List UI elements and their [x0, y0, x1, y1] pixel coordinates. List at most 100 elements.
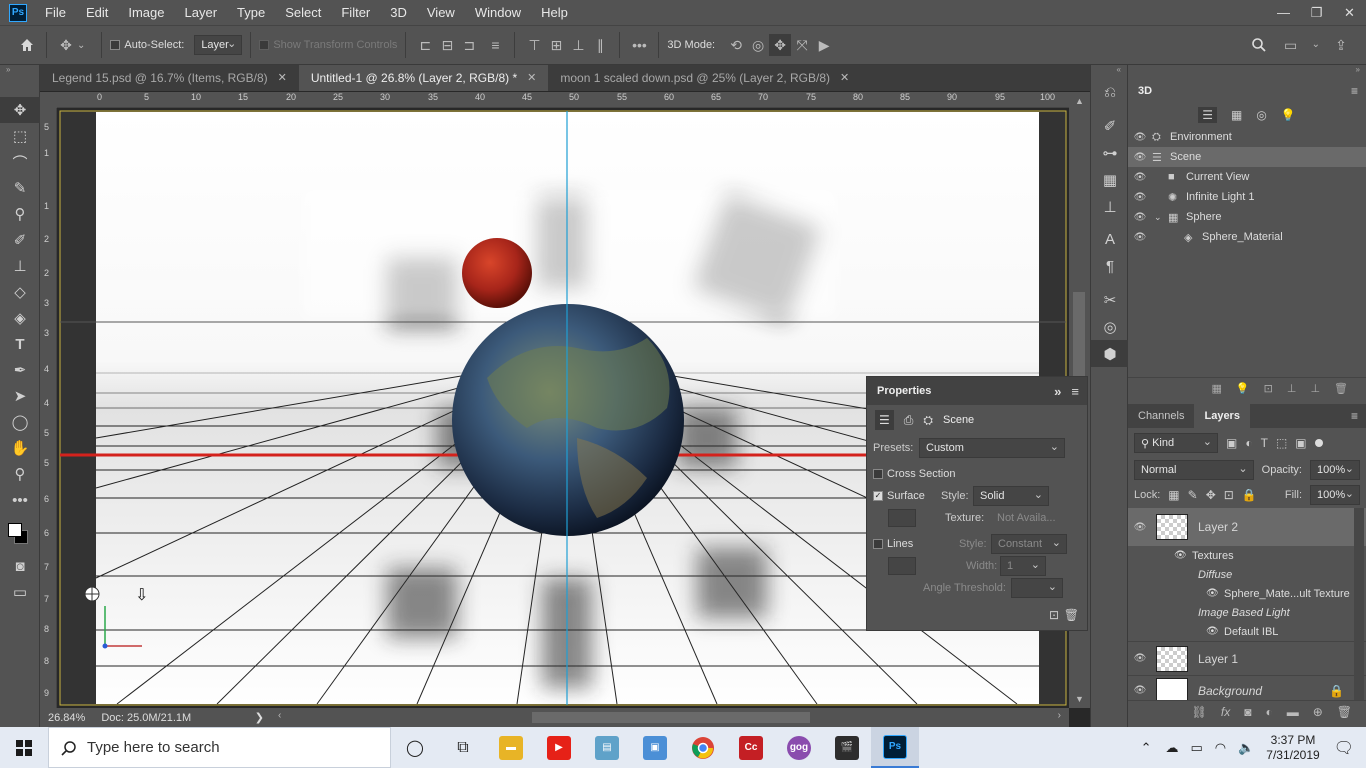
move-to-icon[interactable]: ⊥ [1310, 382, 1320, 395]
marquee-tool-icon[interactable]: ⬚ [0, 123, 40, 149]
align-center-icon[interactable]: ⊟ [436, 34, 458, 56]
whole-scene-filter-icon[interactable]: ☰ [1198, 107, 1217, 123]
channels-tab[interactable]: Channels [1128, 404, 1194, 428]
eye-icon[interactable]: 👁 [1174, 550, 1192, 561]
layers-menu-icon[interactable]: ≡ [1351, 409, 1358, 423]
network-app-icon[interactable]: ▣ [631, 727, 679, 768]
zoom-tool-icon[interactable]: ⚲ [0, 461, 40, 487]
default-ibl-row[interactable]: 👁 Default IBL [1128, 622, 1366, 641]
tab-untitled[interactable]: Untitled-1 @ 26.8% (Layer 2, RGB/8) * ✕ [298, 65, 549, 91]
slide-3d-icon[interactable]: ⤧ [791, 34, 813, 56]
align-middle-icon[interactable]: ⊞ [545, 34, 567, 56]
file-explorer-icon[interactable]: ▬ [487, 727, 535, 768]
pixel-filter-icon[interactable]: ▣ [1226, 436, 1237, 450]
paint-bucket-tool-icon[interactable]: ◈ [0, 305, 40, 331]
menu-3d[interactable]: 3D [380, 0, 417, 25]
swatches-icon[interactable]: ▦ [1091, 166, 1129, 193]
textures-row[interactable]: 👁 Textures [1128, 546, 1366, 565]
zoom-level[interactable]: 26.84% [48, 712, 85, 724]
lock-transparent-icon[interactable]: ▦ [1168, 488, 1179, 502]
path-selection-tool-icon[interactable]: ➤ [0, 383, 40, 409]
render-3d-icon[interactable]: ⊡ [1264, 382, 1273, 395]
3d-item-current-view[interactable]: 👁 ■ Current View [1128, 167, 1366, 187]
brush-settings-icon[interactable]: ✐ [1091, 112, 1129, 139]
book-app-icon[interactable]: ▤ [583, 727, 631, 768]
libraries-icon[interactable]: ◎ [1091, 313, 1129, 340]
drop-to-ground-icon[interactable]: ⊥ [1287, 382, 1297, 395]
3d-panel-icon[interactable]: ⬢ [1091, 340, 1129, 367]
shape-filter-icon[interactable]: ⬚ [1276, 436, 1287, 450]
youtube-icon[interactable]: ▶ [535, 727, 583, 768]
clone-source-icon[interactable]: ⊥ [1091, 193, 1129, 220]
panel-menu-icon[interactable]: ≡ [1071, 384, 1079, 399]
3d-item-infinite-light[interactable]: 👁 ✺ Infinite Light 1 [1128, 187, 1366, 207]
meshes-filter-icon[interactable]: ▦ [1231, 108, 1242, 122]
lines-color-swatch[interactable] [888, 557, 916, 575]
tools-icon[interactable]: ✂ [1091, 286, 1129, 313]
tab-moon[interactable]: moon 1 scaled down.psd @ 25% (Layer 2, R… [548, 65, 861, 91]
lock-artboard-icon[interactable]: ⊡ [1224, 488, 1234, 502]
menu-select[interactable]: Select [275, 0, 331, 25]
layers-scrollbar[interactable] [1354, 508, 1364, 700]
angle-threshold-field[interactable] [1011, 578, 1063, 598]
adobe-cc-icon[interactable]: Cc [727, 727, 775, 768]
lock-position-icon[interactable]: ✥ [1206, 488, 1216, 502]
pen-tool-icon[interactable]: ✒ [0, 357, 40, 383]
auto-select-dropdown[interactable]: Layer [194, 35, 243, 55]
home-icon[interactable] [16, 34, 38, 56]
eye-icon[interactable]: 👁 [1128, 192, 1152, 203]
adjustment-filter-icon[interactable]: ◐ [1245, 436, 1252, 450]
fill-field[interactable]: 100% [1310, 485, 1360, 505]
task-view-icon[interactable]: ⧉ [439, 727, 487, 768]
surface-style-dropdown[interactable]: Solid [973, 486, 1049, 506]
surface-checkbox[interactable]: ✓ [873, 491, 883, 501]
scene-tab-icon[interactable]: ☰ [875, 410, 894, 430]
3d-panel-menu-icon[interactable]: ≡ [1351, 84, 1358, 98]
history-icon[interactable]: ⎌ [1091, 79, 1129, 106]
quick-selection-tool-icon[interactable]: ✎ [0, 175, 40, 201]
roll-3d-icon[interactable]: ◎ [747, 34, 769, 56]
tab-legend[interactable]: Legend 15.psd @ 16.7% (Items, RGB/8) ✕ [40, 65, 299, 91]
character-icon[interactable]: A [1091, 226, 1129, 253]
3d-item-scene[interactable]: 👁 ☰ Scene [1128, 147, 1366, 167]
cortana-icon[interactable]: ◯ [391, 727, 439, 768]
expand-chevron-icon[interactable]: ⌄ [1154, 212, 1166, 223]
battery-icon[interactable]: ▭ [1190, 740, 1202, 756]
surface-color-swatch[interactable] [888, 509, 916, 527]
layer-row-layer1[interactable]: 👁 Layer 1 [1128, 641, 1366, 675]
distribute-vertical-icon[interactable]: ∥ [589, 34, 611, 56]
lasso-tool-icon[interactable]: ⌒ [0, 149, 40, 175]
taskbar-search[interactable]: Type here to search [48, 727, 391, 768]
link-layers-icon[interactable]: ⛓ [1192, 705, 1207, 719]
scale-3d-icon[interactable]: ▶ [813, 34, 835, 56]
scroll-thumb[interactable] [532, 712, 810, 723]
lines-width-field[interactable]: 1 [1000, 556, 1046, 576]
eraser-tool-icon[interactable]: ◇ [0, 279, 40, 305]
move-tool-preset-icon[interactable]: ✥ [55, 34, 77, 56]
smart-object-filter-icon[interactable]: ▣ [1295, 436, 1306, 450]
collapse-panel-icon[interactable]: » [1054, 384, 1061, 399]
chrome-icon[interactable] [679, 727, 727, 768]
minimize-button[interactable]: — [1267, 0, 1300, 25]
eye-icon[interactable]: 👁 [1128, 172, 1152, 183]
collapse-dock-icon[interactable]: « [1091, 65, 1127, 79]
lock-all-icon[interactable]: 🔒 [1242, 488, 1257, 502]
lines-checkbox[interactable] [873, 539, 883, 549]
restore-button[interactable]: ❐ [1300, 0, 1333, 25]
lights-filter-icon[interactable]: 💡 [1281, 108, 1296, 122]
blend-mode-dropdown[interactable]: Normal [1134, 460, 1254, 480]
menu-layer[interactable]: Layer [175, 0, 228, 25]
add-light-icon[interactable]: 💡 [1236, 382, 1250, 395]
add-mesh-icon[interactable]: ▦ [1212, 382, 1222, 395]
notifications-icon[interactable]: 🗨 [1334, 738, 1354, 758]
delete-layer-icon[interactable]: 🗑 [1337, 705, 1352, 719]
add-mask-icon[interactable]: ◙ [1244, 705, 1251, 719]
menu-image[interactable]: Image [118, 0, 174, 25]
eye-icon[interactable]: 👁 [1128, 522, 1152, 533]
paragraph-icon[interactable]: ¶ [1091, 253, 1129, 280]
eye-icon[interactable]: 👁 [1128, 212, 1152, 223]
screen-mode-icon[interactable]: ▭ [0, 579, 40, 605]
workspace-icon[interactable]: ▭ [1280, 34, 1302, 56]
share-icon[interactable]: ⇪ [1330, 34, 1352, 56]
layers-tab[interactable]: Layers [1194, 404, 1250, 428]
